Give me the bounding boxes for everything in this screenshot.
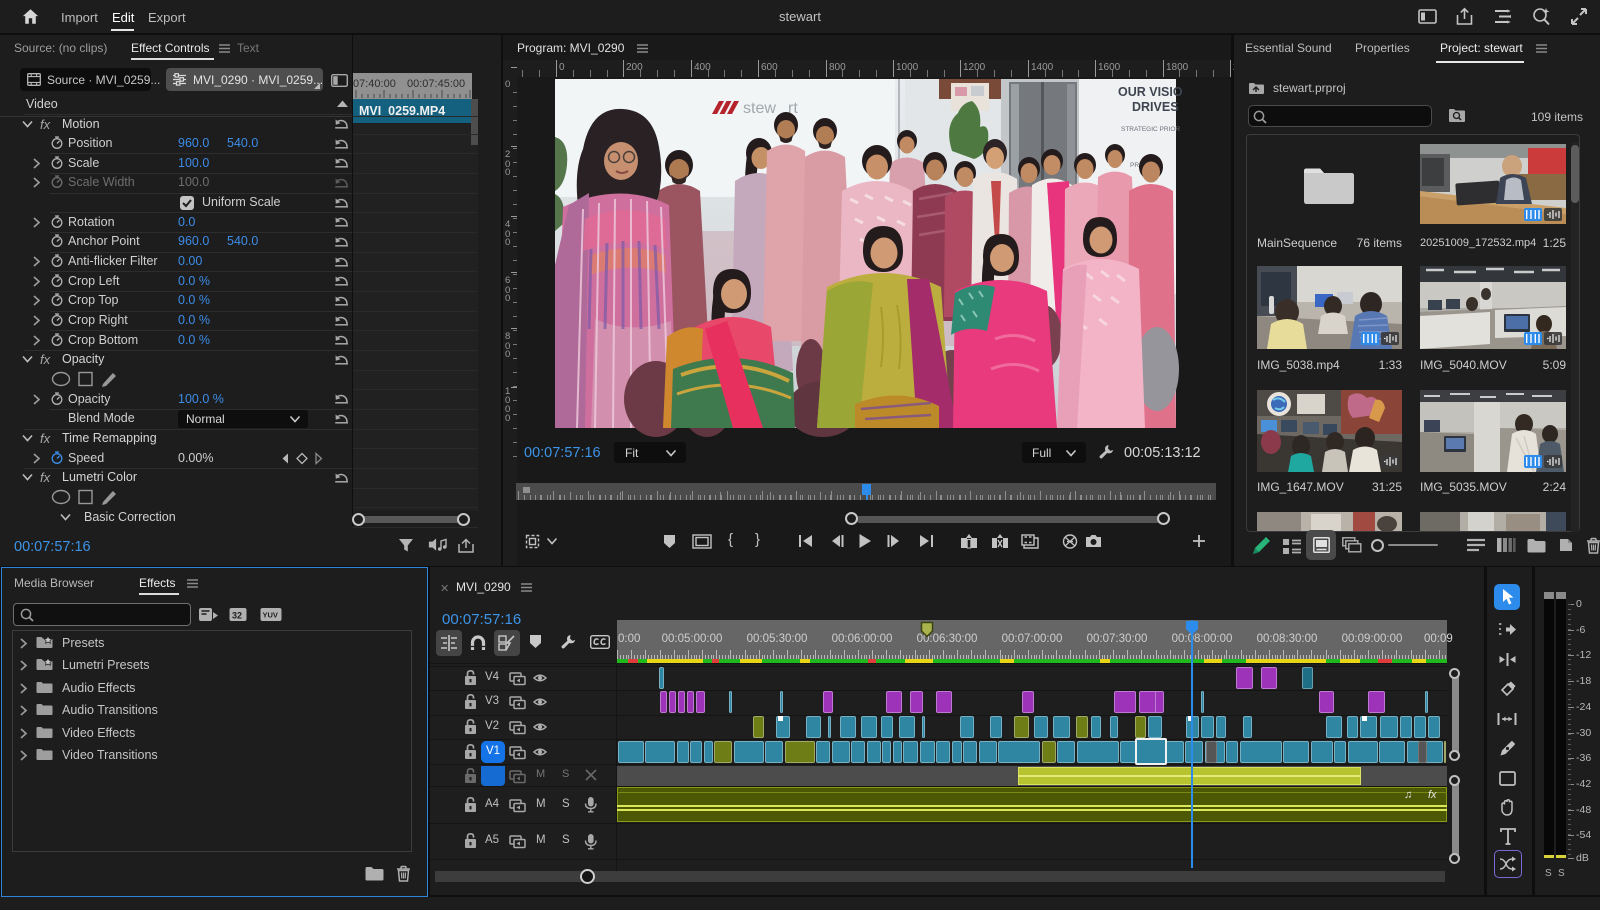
svg-text:OUR VISIO: OUR VISIO	[1118, 85, 1183, 99]
svg-text:STRATEGIC PRIOR: STRATEGIC PRIOR	[1121, 126, 1180, 133]
svg-text:stew: stew	[743, 100, 776, 117]
svg-text:32: 32	[232, 611, 242, 621]
svg-text:YUV: YUV	[263, 611, 278, 620]
svg-text:DRIVES: DRIVES	[1132, 100, 1179, 114]
